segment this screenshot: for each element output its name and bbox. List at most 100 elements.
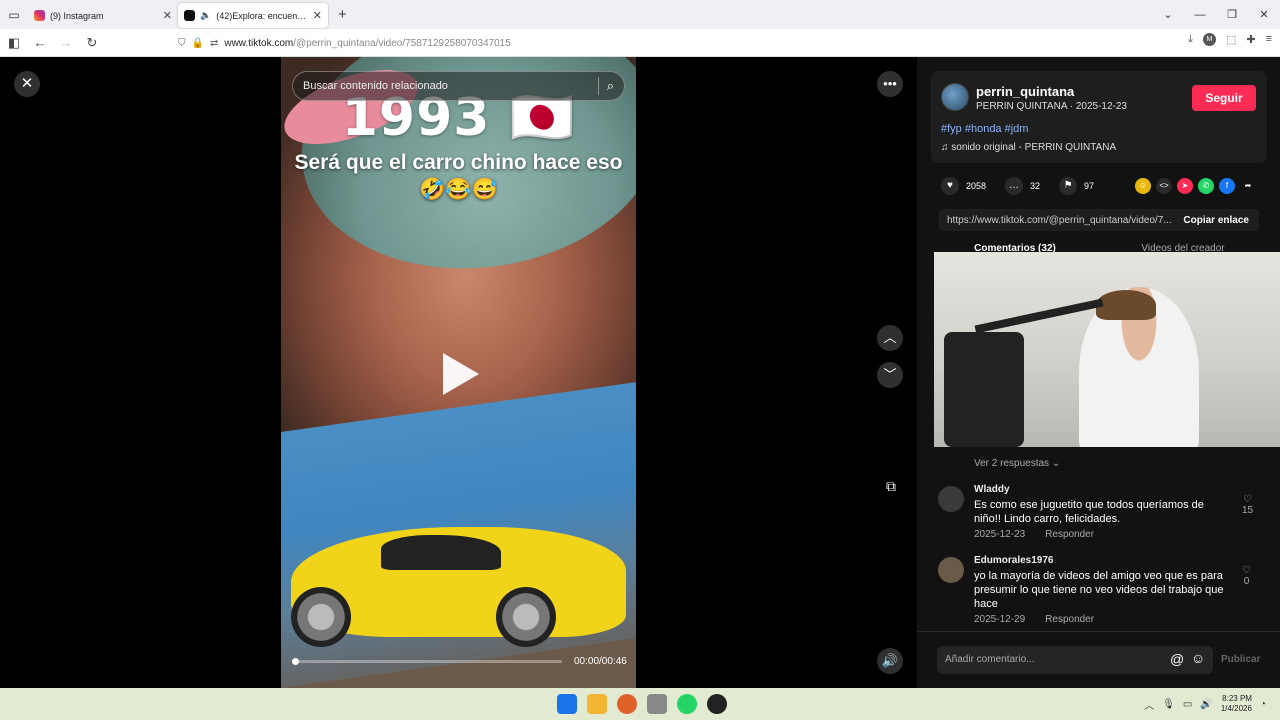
likes-count: 2058 (966, 181, 987, 191)
video-frame-wheel (291, 587, 351, 647)
comment-date: 2025-12-23 (974, 529, 1026, 540)
file-explorer-icon[interactable] (587, 694, 607, 714)
progress-bar[interactable] (292, 658, 562, 665)
tab-instagram[interactable]: (9) Instagram ✕ (28, 3, 178, 28)
account-icon[interactable]: M (1202, 33, 1216, 46)
follow-button[interactable]: Seguir (1192, 85, 1256, 111)
toolbar-icons: ⤓ M ⬚ ✚ ≡ (1188, 33, 1272, 46)
share-arrow-icon[interactable]: ➦ (1240, 178, 1256, 194)
avatar[interactable] (938, 486, 964, 512)
start-icon[interactable] (557, 694, 577, 714)
minimize-icon[interactable]: — (1184, 9, 1216, 21)
puzzle-icon[interactable]: ✚ (1246, 33, 1255, 46)
chevron-up-icon[interactable]: ︿ (1144, 697, 1154, 712)
video-frame-wheel (496, 587, 556, 647)
send-icon[interactable]: ➤ (1177, 178, 1193, 194)
close-video-button[interactable]: ✕ (14, 71, 40, 97)
creator-username[interactable]: perrin_quintana (976, 84, 1074, 99)
play-icon[interactable] (443, 353, 479, 395)
hashtags[interactable]: #fyp #honda #jdm (941, 123, 1028, 135)
more-options-button[interactable]: ••• (877, 71, 903, 97)
progress-knob[interactable] (292, 658, 299, 665)
avatar[interactable] (941, 83, 969, 111)
heart-icon[interactable]: ♥ (941, 177, 959, 195)
whatsapp-icon[interactable]: ✆ (1198, 178, 1214, 194)
clock[interactable]: 8:23 PM 1/4/2026 (1221, 694, 1252, 714)
previous-video-button[interactable]: ︿ (877, 325, 903, 351)
repost-icon[interactable]: ☺ (1135, 178, 1151, 194)
copy-link-button[interactable]: Copiar enlace (1173, 215, 1259, 226)
next-video-button[interactable]: ﹀ (877, 362, 903, 388)
tab-list-icon[interactable]: ⌄ (1152, 8, 1184, 21)
clock-date: 1/4/2026 (1220, 704, 1252, 713)
comment-text: yo la mayoría de videos del amigo veo qu… (974, 570, 1224, 610)
picture-in-picture-window[interactable] (934, 252, 1280, 447)
comment-username[interactable]: Wladdy (974, 484, 1010, 495)
reply-button[interactable]: Responder (1045, 614, 1094, 625)
reload-icon[interactable]: ↻ (80, 35, 104, 51)
new-tab-button[interactable]: + (338, 6, 347, 23)
comment-username[interactable]: Edumorales1976 (974, 555, 1054, 566)
address-bar[interactable]: ⛉ 🔒 ⇄ www.tiktok.com/@perrin_quintana/vi… (178, 32, 1078, 54)
window-controls: ⌄ — ❐ ✕ (1152, 0, 1280, 29)
menu-icon[interactable]: ≡ (1266, 33, 1272, 46)
speaker-icon[interactable]: 🔈 (200, 10, 211, 21)
engagement-stats: ♥ 2058 … 32 ⚑ 97 (941, 177, 1106, 195)
comment-like[interactable]: ♡ 0 (1242, 565, 1251, 587)
close-tab-icon[interactable]: ✕ (313, 9, 322, 22)
download-icon[interactable]: ⤓ (1188, 33, 1193, 46)
publish-button[interactable]: Publicar (1221, 654, 1260, 665)
microphone-app-icon[interactable] (647, 694, 667, 714)
video-frame-car-window (381, 535, 501, 570)
firefox-icon[interactable] (617, 694, 637, 714)
facebook-icon[interactable]: f (1219, 178, 1235, 194)
sidebar-icon[interactable]: ◧ (2, 35, 26, 51)
obs-icon[interactable] (707, 694, 727, 714)
add-comment-bar: Añadir comentario... @ ☺ Publicar (917, 631, 1280, 688)
video-time: 00:00/00:46 (574, 656, 627, 667)
close-window-icon[interactable]: ✕ (1248, 8, 1280, 21)
emoji-icon[interactable]: ☺ (1191, 650, 1205, 666)
heart-outline-icon[interactable]: ♡ (1242, 565, 1251, 576)
extension-icon[interactable]: ⬚ (1226, 33, 1236, 46)
embed-icon[interactable]: <> (1156, 178, 1172, 194)
bookmark-icon[interactable]: ⚑ (1059, 177, 1078, 195)
whatsapp-icon[interactable] (677, 694, 697, 714)
tab-tiktok[interactable]: 🔈 (42)Explora: encuentra tus v ✕ (178, 3, 328, 28)
avatar[interactable] (938, 557, 964, 583)
browser-nav-bar: ◧ ← → ↻ ⛉ 🔒 ⇄ www.tiktok.com/@perrin_qui… (0, 29, 1280, 57)
view-replies-button[interactable]: Ver 2 respuestas ⌄ (974, 458, 1060, 469)
restore-icon[interactable]: ❐ (1216, 8, 1248, 21)
tab-title: (9) Instagram (50, 10, 104, 21)
search-icon[interactable]: ⌕ (607, 78, 614, 94)
volume-icon[interactable]: 🔊 (1200, 699, 1212, 710)
taskbar-apps (557, 694, 727, 714)
picture-in-picture-icon[interactable]: ⧉ (880, 475, 902, 497)
forward-icon[interactable]: → (54, 35, 78, 50)
search-placeholder: Buscar contenido relacionado (303, 80, 448, 92)
back-icon[interactable]: ← (28, 35, 52, 50)
share-link-box: https://www.tiktok.com/@perrin_quintana/… (939, 209, 1259, 231)
related-search-input[interactable]: Buscar contenido relacionado ⌕ (292, 71, 625, 101)
close-tab-icon[interactable]: ✕ (163, 9, 172, 22)
sound-link[interactable]: ♫ sonido original - PERRIN QUINTANA (941, 142, 1116, 153)
network-icon[interactable]: ▭ (1183, 699, 1192, 710)
shield-icon[interactable]: ⛉ (178, 38, 186, 49)
notification-icon[interactable]: ◔ (1260, 699, 1266, 710)
mic-tray-icon[interactable]: 🎙 (1162, 699, 1175, 710)
mention-icon[interactable]: @ (1170, 651, 1184, 667)
os-taskbar: ︿ 🎙 ▭ 🔊 8:23 PM 1/4/2026 ◔ (0, 688, 1280, 720)
system-tray: ︿ 🎙 ▭ 🔊 8:23 PM 1/4/2026 ◔ (1144, 694, 1266, 714)
lock-icon[interactable]: 🔒 (192, 38, 204, 49)
clock-time: 8:23 PM (1222, 694, 1252, 703)
comment-like-count: 0 (1243, 576, 1250, 587)
volume-button[interactable]: 🔊 (877, 648, 903, 674)
comment-icon[interactable]: … (1005, 177, 1024, 195)
share-link-url[interactable]: https://www.tiktok.com/@perrin_quintana/… (939, 215, 1173, 226)
video-stage: ✕ 1993 🇯🇵 Será que el carro chino hace e… (0, 57, 917, 688)
heart-outline-icon[interactable]: ♡ (1242, 494, 1253, 505)
reply-button[interactable]: Responder (1045, 529, 1094, 540)
permissions-icon[interactable]: ⇄ (210, 38, 218, 49)
tab-overview-icon[interactable]: ▭ (0, 0, 28, 29)
comment-like[interactable]: ♡ 15 (1242, 494, 1253, 516)
